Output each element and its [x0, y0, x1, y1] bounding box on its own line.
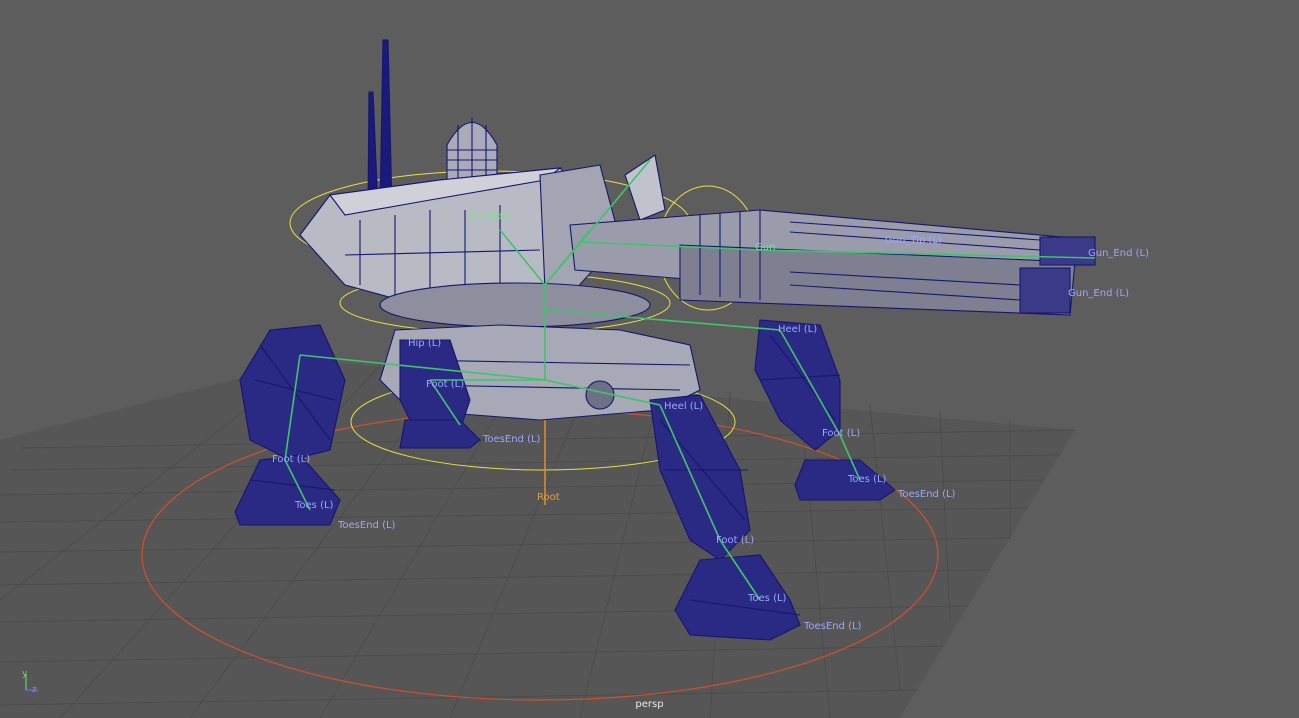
- foot-right-label: Foot (L): [822, 428, 860, 439]
- hip-label: Hip (L): [408, 338, 441, 349]
- toes-front-label: Toes (L): [747, 593, 787, 604]
- svg-text:y: y: [22, 669, 28, 679]
- toesend-right-label: ToesEnd (L): [897, 489, 956, 500]
- heel-right-label: Heel (L): [778, 324, 817, 335]
- toesend-back-label: ToesEnd (L): [482, 434, 541, 445]
- gun-label: Gun: [755, 242, 775, 253]
- gun-tip-label: Gun_Tip (L): [885, 235, 942, 246]
- gun-end-lower-label: Gun_End (L): [1068, 288, 1129, 299]
- shoulder-label: Shoulder: [468, 211, 513, 222]
- foot-back-label: Foot (L): [426, 379, 464, 390]
- heel-front-label: Heel (L): [664, 401, 703, 412]
- root-joint-label: Root: [537, 492, 560, 503]
- axis-gizmo: y z: [22, 669, 38, 695]
- viewport-scene[interactable]: Root Gun_Tip (L) Gun_End (L) Gun_End (L)…: [0, 0, 1299, 718]
- svg-text:z: z: [32, 685, 37, 695]
- toes-left-label: Toes (L): [294, 500, 334, 511]
- gun-end-upper-label: Gun_End (L): [1088, 248, 1149, 259]
- foot-left-label: Foot (L): [272, 454, 310, 465]
- maya-perspective-viewport[interactable]: Root Gun_Tip (L) Gun_End (L) Gun_End (L)…: [0, 0, 1299, 718]
- foot-front-label: Foot (L): [716, 535, 754, 546]
- toesend-front-label: ToesEnd (L): [803, 621, 862, 632]
- toesend-left-label: ToesEnd (L): [337, 520, 396, 531]
- camera-name-label: persp: [635, 699, 664, 710]
- toes-right-label: Toes (L): [847, 474, 887, 485]
